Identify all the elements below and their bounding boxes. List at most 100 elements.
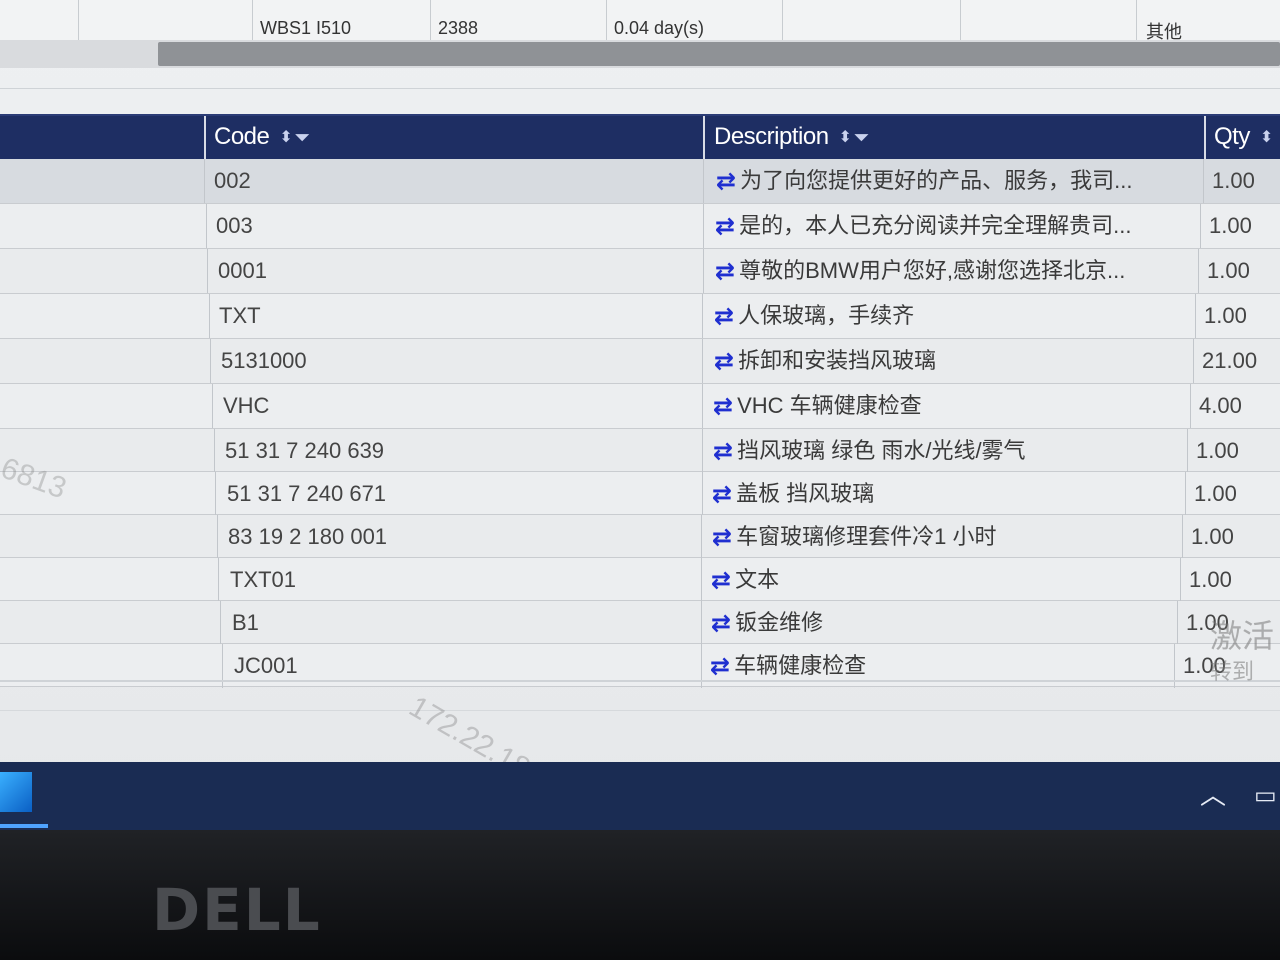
swap-icon[interactable]: ⇄ [712,516,732,559]
cell-qty: 1.00 [1204,303,1247,328]
table-row[interactable]: TXT ⇄ 人保玻璃，手续齐 1.00 [0,294,1280,339]
column-divider [782,0,783,40]
cell-divider [215,472,216,516]
description-text: 为了向您提供更好的产品、服务，我司... [740,168,1133,193]
description-text: 车窗玻璃修理套件冷1 小时 [736,524,997,549]
cell-description: ⇄ 盖板 挡风玻璃 [712,472,1167,516]
row-gutter [0,159,204,203]
cell-divider [701,601,702,645]
scrollbar-thumb[interactable] [158,42,1280,66]
swap-icon[interactable]: ⇄ [714,340,734,383]
column-header-qty[interactable]: Qty ⬍ [1214,116,1273,159]
table-row[interactable]: 002 ⇄ 为了向您提供更好的产品、服务，我司... 1.00 [0,159,1280,204]
divider [0,710,1280,711]
cell-code: 0001 [218,258,267,283]
cell-divider [210,339,211,383]
table-row[interactable]: TXT01 ⇄ 文本 1.00 [0,558,1280,602]
cell-divider [1187,429,1188,473]
swap-icon[interactable]: ⇄ [712,473,732,516]
header-divider [1204,116,1206,159]
swap-icon[interactable]: ⇄ [711,559,731,602]
cell-qty: 1.00 [1191,524,1234,549]
swap-icon[interactable]: ⇄ [713,385,733,428]
description-text: 是的，本人已充分阅读并完全理解贵司... [739,213,1132,238]
swap-icon[interactable]: ⇄ [715,250,735,293]
swap-icon[interactable]: ⇄ [713,430,733,473]
cell-code: 51 31 7 240 639 [225,438,385,463]
description-text: 车辆健康检查 [734,653,867,678]
cell-code: 83 19 2 180 001 [228,524,388,549]
cell-divider [702,384,703,428]
table-row[interactable]: VHC ⇄ VHC 车辆健康检查 4.00 [0,384,1280,429]
watermark-line: 转到 [1210,659,1255,684]
cell-divider [1185,472,1186,516]
description-text: 文本 [735,567,780,592]
cell-divider [701,558,702,602]
cell-qty: 1.00 [1196,438,1239,463]
network-icon[interactable]: ▭ [1254,782,1280,810]
cell-divider [1203,159,1204,203]
cell-divider [206,204,207,248]
cell-code: 51 31 7 240 671 [227,481,387,506]
description-text: 拆卸和安装挡风玻璃 [738,348,937,373]
divider [0,680,1280,682]
start-icon[interactable] [0,772,32,812]
sort-icon[interactable]: ⬍ [279,117,292,159]
cell-divider [1177,601,1178,645]
column-divider [252,0,253,40]
cell-divider [1193,339,1194,383]
swap-icon[interactable]: ⇄ [716,160,736,203]
filter-icon[interactable]: ⏷ [294,117,310,159]
row-gutter [0,339,204,383]
swap-icon[interactable]: ⇄ [714,295,734,338]
cell-description: ⇄ 挡风玻璃 绿色 雨水/光线/雾气 [713,429,1168,473]
table-row[interactable]: 0001 ⇄ 尊敬的BMW用户您好,感谢您选择北京... 1.00 [0,249,1280,294]
cell-divider [703,204,704,248]
table-row[interactable]: 51 31 7 240 639 ⇄ 挡风玻璃 绿色 雨水/光线/雾气 1.00 [0,429,1280,473]
cell-divider [1198,249,1199,293]
active-indicator [0,824,48,828]
column-header-code[interactable]: Code ⬍ ⏷ [214,116,310,159]
cell-divider [702,472,703,516]
row-gutter [0,384,204,428]
table-row[interactable]: 51 31 7 240 671 ⇄ 盖板 挡风玻璃 1.00 [0,472,1280,516]
swap-icon[interactable]: ⇄ [715,205,735,248]
divider [0,88,1280,89]
column-header-description[interactable]: Description ⬍ ⏷ [714,116,869,159]
cell-code: TXT01 [230,567,297,592]
description-text: 钣金维修 [735,610,824,635]
table-row[interactable]: 003 ⇄ 是的，本人已充分阅读并完全理解贵司... 1.00 [0,204,1280,249]
row-gutter [0,601,204,645]
table-row[interactable]: B1 ⇄ 钣金维修 1.00 [0,601,1280,645]
previous-table-row: WBS1 I510 2388 0.04 day(s) 其他 [0,0,1280,41]
cell-description: ⇄ 文本 [711,558,1166,602]
cell-qty: 1.00 [1212,168,1255,193]
cell-qty: 1.00 [1189,567,1232,592]
chevron-up-icon[interactable]: ︿ [1198,780,1228,810]
cell-code: B1 [232,610,259,635]
cell-divider [1182,515,1183,559]
filter-icon[interactable]: ⏷ [853,117,869,159]
sort-icon[interactable]: ⬍ [839,117,852,159]
taskbar: ︿ ▭ [0,762,1280,830]
cell-divider [1190,384,1191,428]
column-divider [1136,0,1137,40]
cell-code: 003 [216,213,253,238]
description-text: 挡风玻璃 绿色 雨水/光线/雾气 [737,438,1026,463]
header-divider [204,116,206,159]
row-gutter [0,294,204,338]
sort-icon[interactable]: ⬍ [1260,117,1273,159]
top-cell-number: 2388 [438,18,479,38]
row-gutter [0,515,204,559]
cell-divider [218,558,219,602]
cell-description: ⇄ 钣金维修 [711,601,1166,645]
cell-qty: 1.00 [1194,481,1237,506]
watermark-line: 激活 [1210,618,1275,654]
table-row[interactable]: 5131000 ⇄ 拆卸和安装挡风玻璃 21.00 [0,339,1280,384]
swap-icon[interactable]: ⇄ [711,602,731,645]
description-text: 盖板 挡风玻璃 [736,481,875,506]
items-table: Code ⬍ ⏷ Description ⬍ ⏷ Qty ⬍ 002 ⇄ 为了向您提供更好的产… [0,114,1280,688]
horizontal-scrollbar[interactable] [0,40,1280,68]
table-row[interactable]: 83 19 2 180 001 ⇄ 车窗玻璃修理套件冷1 小时 1.00 [0,515,1280,559]
row-gutter [0,558,204,602]
